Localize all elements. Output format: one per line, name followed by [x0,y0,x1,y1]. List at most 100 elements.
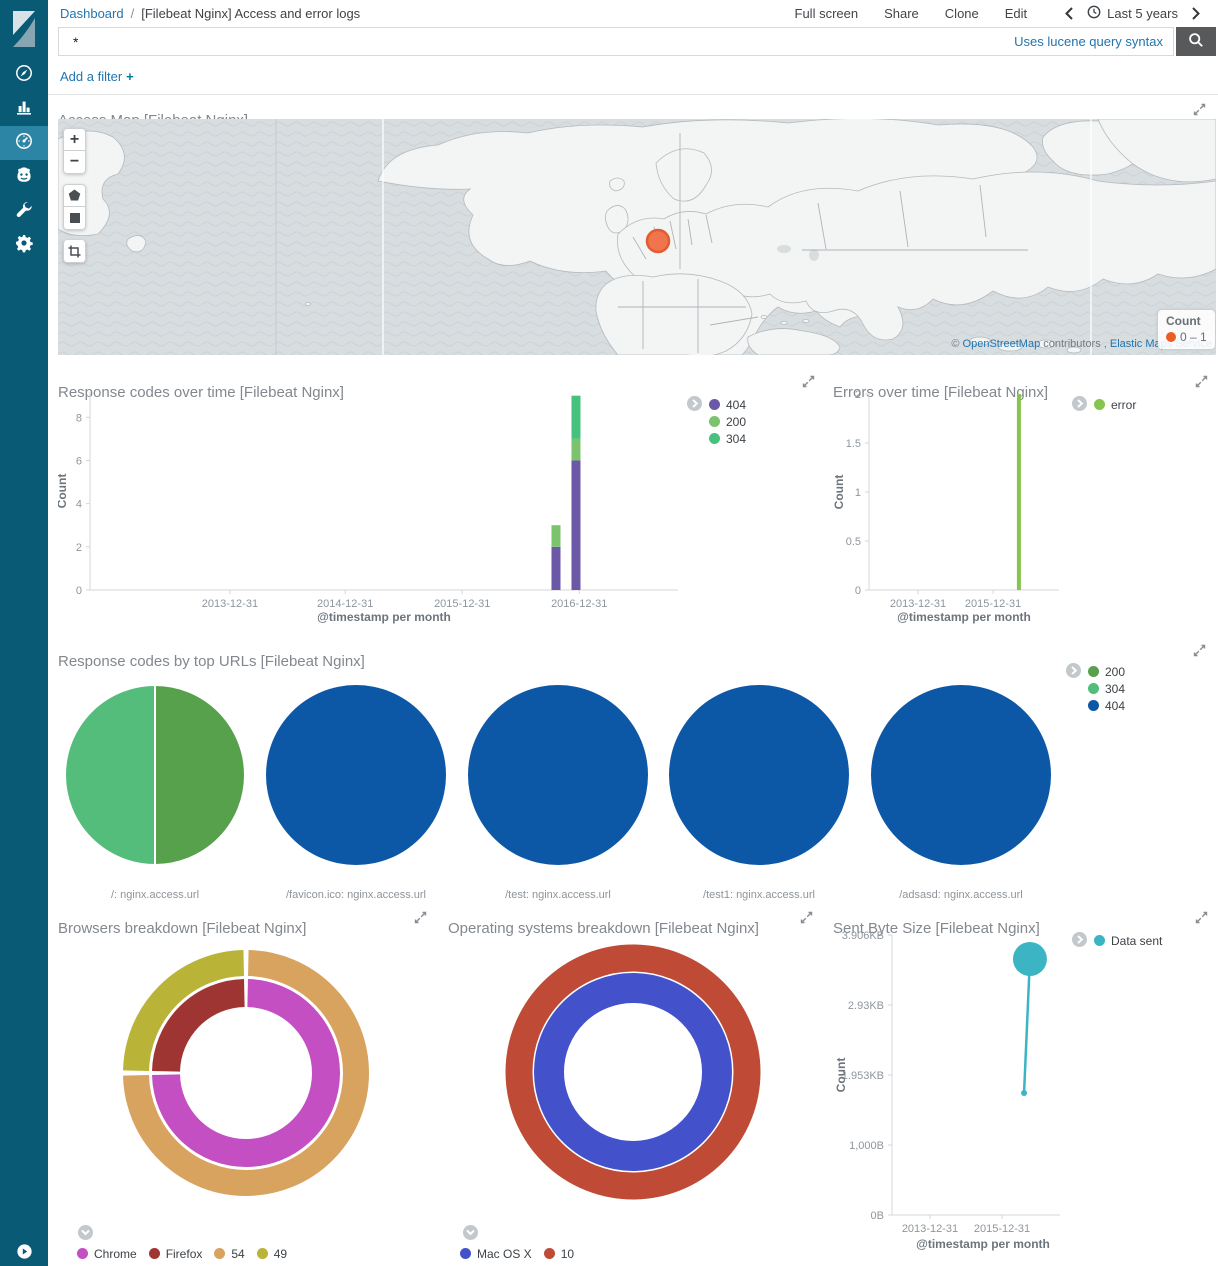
zoom-in-button[interactable]: + [63,128,86,151]
legend-item-10[interactable]: 10 [544,1245,574,1262]
svg-text:Count: Count [833,475,846,510]
legend-item-404[interactable]: 404 [1088,697,1125,714]
search-button[interactable] [1176,27,1216,56]
pie-chart [870,684,1052,866]
menu-edit[interactable]: Edit [1005,6,1027,21]
gauge-icon [14,131,34,156]
draw-rectangle-button[interactable] [63,207,86,230]
sidebar-item-dashboard[interactable] [0,126,48,160]
chart-legend: 200304404 [1066,663,1125,714]
legend-item-200[interactable]: 200 [1088,663,1125,680]
world-map[interactable]: + − Count 0 – 1 [58,119,1216,355]
bar-segment-error[interactable] [1017,394,1021,590]
legend-item-Data sent[interactable]: Data sent [1094,932,1162,949]
top-urls-pies: /: nginx.access.url/favicon.ico: nginx.a… [58,641,1218,905]
add-filter-plus-icon[interactable]: + [126,69,134,84]
pie-slice-200[interactable] [155,685,245,865]
pie-slice-404[interactable] [669,685,849,865]
legend-item-49[interactable]: 49 [257,1245,287,1262]
pie-chart [265,684,447,866]
menu-full-screen[interactable]: Full screen [795,6,859,21]
crop-icon[interactable] [63,240,86,263]
legend-toggle-chevron-right-icon[interactable] [1072,932,1087,947]
draw-polygon-button[interactable] [63,184,86,207]
play-circle-icon [16,1243,33,1265]
legend-item-200[interactable]: 200 [709,413,746,430]
panel-sent-byte-size: Sent Byte Size [Filebeat Nginx] 0B1,000B… [833,908,1218,1266]
breadcrumb-separator: / [131,6,135,21]
sidebar-item-timelion[interactable] [0,160,48,194]
data-point-Data sent[interactable] [1013,942,1047,976]
legend-item-error[interactable]: error [1094,396,1136,413]
svg-text:2: 2 [855,389,861,401]
sidebar-item-dev-tools[interactable] [0,194,48,228]
legend-toggle-chevron-right-icon[interactable] [1072,396,1087,411]
legend-items: 200304404 [1088,663,1125,714]
top-menu: Full screen Share Clone Edit Last 5 year… [795,5,1204,22]
sidebar-item-visualize[interactable] [0,92,48,126]
legend-dot [1088,683,1099,694]
errors-chart: 00.511.522013-12-312015-12-31Count@times… [833,372,1218,635]
pie-chart [467,684,649,866]
menu-share[interactable]: Share [884,6,919,21]
legend-item-404[interactable]: 404 [709,396,746,413]
legend-label: 10 [561,1247,574,1261]
query-box: Uses lucene query syntax [58,27,1174,56]
svg-text:0: 0 [76,585,82,597]
legend-label: Data sent [1111,934,1162,948]
time-back-button[interactable] [1061,7,1077,20]
sidebar-collapse-button[interactable] [0,1242,48,1266]
sidebar-item-discover[interactable] [0,58,48,92]
pie-slice-404[interactable] [468,685,648,865]
legend-label: 200 [726,415,746,429]
os-donut: Mac OS X 10 [448,908,820,1266]
bar-segment-200[interactable] [571,439,580,461]
pie-chart [64,684,246,866]
add-filter-link[interactable]: Add a filter [60,69,122,84]
map-count-legend: Count 0 – 1 [1158,310,1215,349]
donut-segment-Mac OS X[interactable] [549,988,717,1156]
legend-toggle-chevron-right-icon[interactable] [1066,663,1081,678]
legend-item-54[interactable]: 54 [214,1245,244,1262]
bar-segment-404[interactable] [571,460,580,590]
legend-toggle-chevron-down-icon[interactable] [78,1225,93,1240]
legend-item-304[interactable]: 304 [709,430,746,447]
legend-item-Firefox[interactable]: Firefox [149,1245,203,1262]
legend-item-Chrome[interactable]: Chrome [77,1245,137,1262]
pie-slice-404[interactable] [266,685,446,865]
sent_bytes-plot: 0B1,000B1.953KB2.93KB3.906KB2013-12-3120… [833,908,1218,1260]
legend-dot [149,1248,160,1259]
legend-toggle-chevron-down-icon[interactable] [463,1225,478,1240]
legend-label: Chrome [94,1247,137,1261]
legend-item-Mac OS X[interactable]: Mac OS X [460,1245,532,1262]
legend-toggle-chevron-right-icon[interactable] [687,396,702,411]
pie-slice-404[interactable] [871,685,1051,865]
bar-segment-404[interactable] [551,547,560,590]
legend-item-304[interactable]: 304 [1088,680,1125,697]
chart-legend: Chrome Firefox 54 49 [77,1245,287,1262]
chart-legend: Mac OS X 10 [460,1245,574,1262]
chart-legend: error [1072,396,1136,413]
lucene-syntax-link[interactable]: Uses lucene query syntax [1014,34,1163,49]
zoom-out-button[interactable]: − [63,151,86,174]
legend-label: 54 [231,1247,244,1261]
kibana-logo[interactable] [0,0,48,58]
pie-label: /test: nginx.access.url [467,889,649,901]
menu-clone[interactable]: Clone [945,6,979,21]
bar-segment-200[interactable] [551,525,560,547]
search-input[interactable] [59,34,1014,50]
attribution-text: contributors , [1043,338,1107,350]
openstreetmap-link[interactable]: OpenStreetMap [963,338,1041,350]
pie-slice-304[interactable] [65,685,155,865]
breadcrumb-dashboard-link[interactable]: Dashboard [60,6,124,21]
expand-panel-icon[interactable] [1193,103,1206,116]
sidebar-item-management[interactable] [0,228,48,262]
time-range-button[interactable]: Last 5 years [1087,5,1178,22]
time-forward-button[interactable] [1188,7,1204,20]
pie-label: /: nginx.access.url [64,889,246,901]
map-point-marker[interactable] [647,230,669,252]
legend-collapse-control [463,1225,478,1240]
donut-segment-Firefox[interactable] [166,993,244,1071]
bar-segment-304[interactable] [571,396,580,439]
data-point-Data sent[interactable] [1021,1090,1027,1096]
